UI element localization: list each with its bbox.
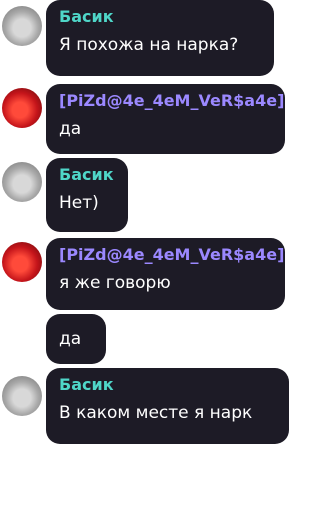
red-car-avatar[interactable] [2,88,42,128]
message-text: да [59,329,82,349]
message-bubble[interactable]: Басик Я похожа на нарка? [46,0,274,76]
message-text: Я похожа на нарка? [59,35,239,55]
message-item: Басик В каком месте я нарк [0,368,290,448]
message-item: Басик Я похожа на нарка? [0,0,290,78]
message-item: Басик Нет) [0,158,290,234]
message-item: [PiZd@4e_4eM_VeR$a4e] да [0,80,290,156]
author-name[interactable]: Басик [59,375,277,395]
message-bubble[interactable]: да [46,314,106,364]
message-text: Нет) [59,193,99,213]
message-bubble[interactable]: [PiZd@4e_4eM_VeR$a4e] я же говорю [46,238,285,310]
message-bubble[interactable]: Басик В каком месте я нарк [46,368,289,444]
message-bubble[interactable]: [PiZd@4e_4eM_VeR$a4e] да [46,84,285,154]
author-name[interactable]: [PiZd@4e_4eM_VeR$a4e] [59,245,284,265]
cat-avatar[interactable] [2,6,42,46]
message-text: я же говорю [59,273,171,293]
cat-avatar[interactable] [2,376,42,416]
author-name[interactable]: Басик [59,165,116,185]
author-name[interactable]: [PiZd@4e_4eM_VeR$a4e] [59,91,284,111]
red-car-avatar[interactable] [2,242,42,282]
message-item: [PiZd@4e_4eM_VeR$a4e] я же говорю [0,234,290,312]
author-name[interactable]: Басик [59,7,262,27]
cat-avatar[interactable] [2,162,42,202]
message-text: В каком месте я нарк [59,403,253,423]
message-item: да [0,314,290,368]
message-bubble[interactable]: Басик Нет) [46,158,128,232]
message-text: да [59,119,82,139]
